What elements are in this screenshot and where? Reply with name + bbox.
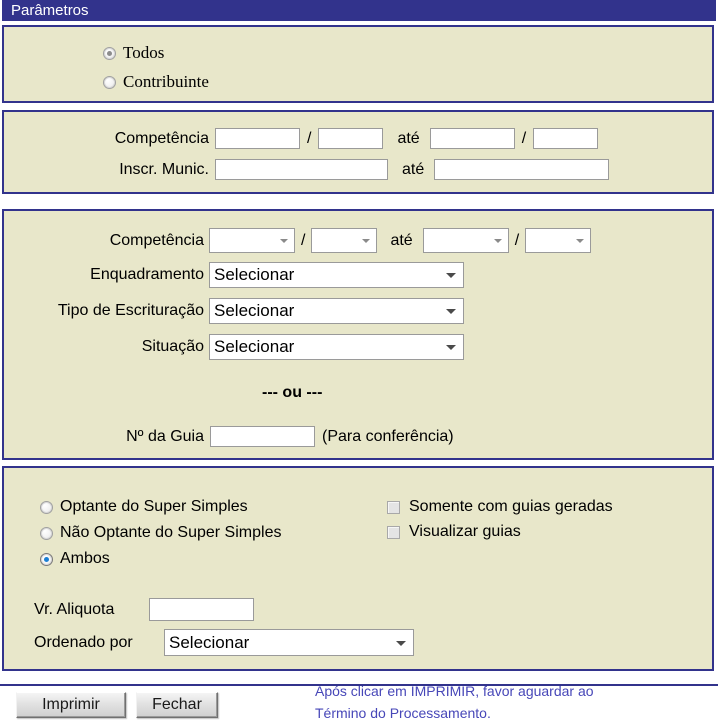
inscricao-municipal-label: Inscr. Munic. (119, 160, 209, 178)
chevron-down-icon (493, 238, 502, 243)
competencia-from-month-input[interactable] (215, 128, 300, 149)
radio-contribuinte-icon[interactable] (103, 75, 116, 89)
tipo-escrituracao-value: Selecionar (214, 301, 295, 320)
radio-option-contribuinte[interactable]: Contribuinte (103, 72, 209, 92)
checkbox-visualizar-guias[interactable]: Visualizar guias (387, 523, 521, 541)
ordenado-por-row: Ordenado por Selecionar (34, 629, 414, 656)
processing-note-line-2: Término do Processamento. (315, 705, 491, 721)
tipo-escrituracao-row: Tipo de Escrituração Selecionar (4, 298, 710, 324)
radio-todos-icon[interactable] (103, 46, 116, 60)
print-button-label: Imprimir (42, 696, 100, 713)
checkbox-visualizar-guias-icon[interactable] (387, 525, 400, 539)
vr-aliquota-label: Vr. Aliquota (34, 600, 115, 618)
competencia-to-year-input[interactable] (533, 128, 599, 149)
enquadramento-select[interactable]: Selecionar (209, 262, 464, 288)
filter-competencia-from-month-select[interactable] (209, 228, 295, 253)
competencia-range-row: Competência / até / (4, 128, 710, 149)
tipo-escrituracao-select[interactable]: Selecionar (209, 298, 464, 324)
situacao-label: Situação (141, 338, 204, 355)
competencia-range-label: Competência (114, 129, 209, 147)
radio-nao-optante-icon[interactable] (40, 526, 53, 540)
filter-competencia-from-year-select[interactable] (311, 228, 378, 253)
filter-competencia-ate-label: até (390, 231, 413, 249)
numero-guia-hint: (Para conferência) (322, 427, 454, 445)
numero-guia-label: Nº da Guia (126, 427, 204, 445)
radio-optante-icon[interactable] (40, 500, 53, 514)
radio-ambos-icon[interactable] (40, 552, 53, 566)
filter-competencia-separator-2: / (514, 231, 520, 249)
vr-aliquota-row: Vr. Aliquota (34, 598, 254, 621)
scope-panel: Todos Contribuinte (1, 24, 715, 104)
competencia-range-ate-label: até (397, 129, 420, 147)
competencia-range-separator-2: / (521, 129, 527, 147)
situacao-value: Selecionar (214, 337, 295, 356)
radio-todos-label: Todos (123, 43, 165, 62)
radio-contribuinte-label: Contribuinte (123, 72, 209, 91)
radio-option-todos[interactable]: Todos (103, 43, 164, 63)
radio-option-nao-optante[interactable]: Não Optante do Super Simples (40, 524, 281, 542)
inscricao-municipal-ate-label: até (402, 160, 425, 178)
close-button-label: Fechar (152, 696, 202, 713)
inscricao-municipal-to-input[interactable] (434, 159, 610, 180)
radio-option-ambos[interactable]: Ambos (40, 550, 110, 568)
radio-nao-optante-label: Não Optante do Super Simples (60, 524, 282, 541)
enquadramento-row: Enquadramento Selecionar (4, 262, 710, 288)
inscricao-municipal-row: Inscr. Munic. até (4, 159, 710, 180)
competencia-range-separator-1: / (307, 129, 312, 147)
chevron-down-icon (396, 640, 406, 646)
inscricao-municipal-from-input[interactable] (215, 159, 388, 180)
numero-guia-input[interactable] (210, 426, 315, 447)
or-separator-text: --- ou --- (262, 384, 323, 401)
page-title: Parâmetros (11, 2, 89, 19)
ordenado-por-value: Selecionar (169, 632, 250, 652)
enquadramento-value: Selecionar (214, 265, 295, 284)
chevron-down-icon (446, 273, 456, 278)
window-title-bar: Parâmetros (2, 0, 716, 21)
filter-panel: Competência / até / Enquadramento Seleci… (1, 208, 715, 461)
ordenado-por-label: Ordenado por (34, 633, 133, 651)
filter-competencia-row: Competência / até / (4, 228, 710, 253)
situacao-row: Situação Selecionar (4, 334, 710, 360)
range-panel: Competência / até / Inscr. Munic. até (1, 109, 715, 195)
processing-note-line-1: Após clicar em IMPRIMIR, favor aguardar … (315, 683, 594, 699)
close-button[interactable]: Fechar (136, 692, 218, 718)
filter-competencia-separator-1: / (301, 231, 306, 249)
competencia-to-month-input[interactable] (429, 128, 515, 149)
filter-competencia-label: Competência (109, 231, 204, 249)
radio-optante-label: Optante do Super Simples (60, 498, 248, 515)
chevron-down-icon (280, 238, 288, 243)
print-button[interactable]: Imprimir (16, 692, 126, 718)
filter-competencia-to-year-select[interactable] (525, 228, 592, 253)
simples-panel: Optante do Super Simples Não Optante do … (1, 465, 715, 672)
checkbox-somente-guias-geradas[interactable]: Somente com guias geradas (387, 498, 613, 516)
chevron-down-icon (362, 238, 371, 243)
filter-competencia-to-month-select[interactable] (422, 228, 509, 253)
chevron-down-icon (576, 238, 585, 243)
checkbox-somente-guias-geradas-label: Somente com guias geradas (409, 498, 613, 515)
competencia-from-year-input[interactable] (318, 128, 384, 149)
chevron-down-icon (446, 345, 456, 350)
numero-guia-row: Nº da Guia (Para conferência) (4, 426, 710, 447)
ordenado-por-select[interactable]: Selecionar (164, 629, 414, 656)
radio-option-optante[interactable]: Optante do Super Simples (40, 498, 248, 516)
vr-aliquota-input[interactable] (149, 598, 254, 621)
enquadramento-label: Enquadramento (90, 266, 204, 283)
checkbox-visualizar-guias-label: Visualizar guias (409, 523, 521, 540)
chevron-down-icon (446, 309, 456, 314)
radio-ambos-label: Ambos (60, 550, 110, 567)
checkbox-somente-guias-geradas-icon[interactable] (387, 500, 400, 514)
situacao-select[interactable]: Selecionar (209, 334, 464, 360)
tipo-escrituracao-label: Tipo de Escrituração (57, 302, 204, 319)
